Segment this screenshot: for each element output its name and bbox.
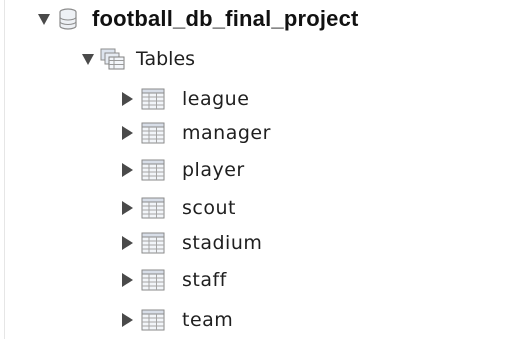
schema-navigator: football_db_final_project Tables league … (0, 0, 530, 339)
tree-item-database[interactable]: football_db_final_project (38, 4, 359, 34)
table-name: manager (182, 122, 271, 144)
table-grid-icon (141, 269, 165, 291)
tree-item-table[interactable]: staff (122, 265, 227, 295)
expand-arrow-right-icon[interactable] (122, 313, 133, 327)
table-grid-icon (141, 159, 165, 181)
tree-item-table[interactable]: team (122, 305, 233, 335)
table-name: player (182, 159, 245, 181)
table-name: league (182, 88, 250, 110)
table-name: team (182, 309, 234, 331)
expand-arrow-right-icon[interactable] (122, 92, 133, 106)
table-grid-icon (141, 232, 165, 254)
table-grid-icon (141, 309, 165, 331)
table-name: staff (182, 269, 227, 291)
tree-item-table[interactable]: scout (122, 193, 236, 223)
tree-item-tables-group[interactable]: Tables (82, 44, 195, 74)
expand-arrow-right-icon[interactable] (122, 201, 133, 215)
table-grid-icon (141, 88, 165, 110)
table-grid-icon (141, 122, 165, 144)
database-icon (58, 8, 78, 30)
tree-item-table[interactable]: player (122, 155, 245, 185)
expand-arrow-right-icon[interactable] (122, 163, 133, 177)
table-name: stadium (182, 232, 263, 254)
expand-arrow-down-icon[interactable] (38, 13, 50, 25)
tables-folder-icon (100, 48, 126, 70)
database-name: football_db_final_project (92, 6, 359, 31)
tree-item-table[interactable]: stadium (122, 228, 262, 258)
expand-arrow-right-icon[interactable] (122, 236, 133, 250)
expand-arrow-right-icon[interactable] (122, 273, 133, 287)
expand-arrow-down-icon[interactable] (82, 53, 94, 65)
tables-group-label: Tables (136, 48, 196, 70)
panel-border (4, 0, 5, 339)
tree-item-table[interactable]: manager (122, 118, 271, 148)
tree-item-table[interactable]: league (122, 84, 249, 114)
table-name: scout (182, 197, 236, 219)
expand-arrow-right-icon[interactable] (122, 126, 133, 140)
table-grid-icon (141, 197, 165, 219)
